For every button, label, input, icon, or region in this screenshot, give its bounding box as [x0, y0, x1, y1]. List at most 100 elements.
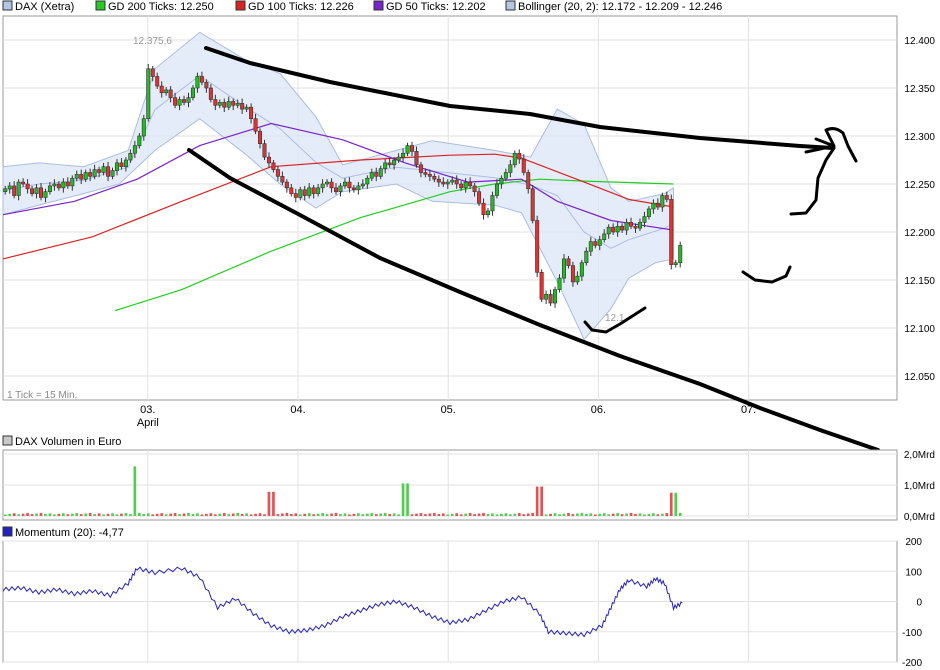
- volume-bar: [361, 514, 365, 516]
- candle-body: [258, 130, 263, 144]
- volume-legend: DAX Volumen in Euro: [15, 436, 121, 448]
- y-tick-label: -100: [902, 628, 922, 639]
- candle-body: [472, 185, 477, 192]
- candle-body: [418, 164, 423, 173]
- candle-body: [101, 166, 106, 173]
- candle-body: [365, 177, 370, 185]
- volume-bar: [3, 514, 7, 516]
- main-x-ticks: 03. 04. 05. 06. 07.April: [137, 404, 756, 429]
- volume-bar: [88, 512, 92, 516]
- x-tick-label: 04.: [290, 404, 305, 416]
- volume-bar: [115, 514, 119, 516]
- volume-bar: [254, 513, 257, 516]
- candle-body: [570, 265, 575, 283]
- volume-bar: [513, 513, 517, 516]
- volume-bar: [205, 513, 208, 516]
- candle-body: [155, 76, 160, 87]
- volume-bar: [169, 513, 172, 516]
- volume-bar: [549, 513, 552, 516]
- candle-body: [651, 202, 656, 210]
- candle-body: [65, 181, 70, 187]
- chart-canvas: DAX (Xetra) GD 200 Ticks: 12.250 GD 100 …: [2, 0, 935, 669]
- candle-body: [47, 185, 52, 192]
- candle-body: [526, 172, 531, 190]
- volume-bar: [459, 514, 463, 516]
- y-tick-label: 12.250: [904, 180, 935, 191]
- candle-body: [222, 102, 227, 108]
- volume-bar: [137, 512, 141, 516]
- volume-bar: [464, 513, 467, 516]
- volume-bar: [611, 513, 615, 516]
- volume-bar: [517, 513, 521, 516]
- candle-body: [231, 101, 236, 106]
- candle-body: [432, 176, 437, 180]
- x-tick-label: 05.: [441, 404, 456, 416]
- volume-bar: [424, 514, 427, 516]
- candle-body: [606, 226, 611, 235]
- candle-body: [611, 226, 616, 233]
- volume-bar: [17, 514, 20, 516]
- candle-body: [445, 181, 450, 185]
- candle-body: [342, 181, 347, 187]
- volume-bar: [406, 483, 409, 516]
- volume-bar: [584, 513, 588, 516]
- candle-body: [459, 183, 464, 189]
- volume-bar: [240, 513, 244, 516]
- candle-body: [338, 185, 343, 192]
- volume-bar: [643, 514, 646, 516]
- candle-body: [132, 145, 137, 154]
- legend-gd100: GD 100 Ticks: 12.226: [248, 1, 354, 13]
- volume-bar: [392, 513, 396, 516]
- volume-bar: [12, 513, 16, 516]
- candle-body: [280, 176, 285, 183]
- candle-body: [423, 172, 428, 175]
- volume-bar: [365, 513, 369, 516]
- y-tick-label: 0,0Mrd: [904, 512, 935, 523]
- candle-body: [70, 177, 75, 187]
- volume-bar: [30, 514, 34, 516]
- volume-bar: [66, 514, 70, 516]
- candle-body: [217, 102, 222, 106]
- momentum-legend-swatch: [2, 526, 13, 537]
- volume-bar: [245, 513, 248, 516]
- volume-bar: [419, 513, 423, 516]
- legend-swatch-dax: [2, 0, 13, 11]
- volume-bar: [669, 492, 673, 516]
- candle-body: [450, 179, 455, 183]
- candle-body: [655, 202, 660, 208]
- legend-main: DAX (Xetra) GD 200 Ticks: 12.250 GD 100 …: [2, 0, 722, 13]
- candle-body: [629, 222, 634, 227]
- y-tick-label: 12.300: [904, 132, 935, 143]
- legend-gd50: GD 50 Ticks: 12.202: [386, 1, 486, 13]
- volume-bar: [289, 513, 293, 516]
- volume-bar: [249, 514, 253, 516]
- volume-bar: [656, 514, 660, 516]
- candle-body: [512, 152, 517, 166]
- legend-bollinger: Bollinger (20, 2): 12.172 - 12.209 - 12.…: [518, 1, 722, 13]
- candle-body: [557, 277, 562, 290]
- candle: [512, 150, 517, 168]
- candle: [146, 64, 151, 122]
- volume-bar: [500, 513, 503, 516]
- y-tick-label: 12.050: [904, 372, 935, 383]
- volume-bar: [84, 513, 88, 516]
- volume-bar: [187, 512, 190, 516]
- candle-body: [646, 208, 651, 217]
- volume-bar: [401, 483, 405, 516]
- candle-body: [544, 294, 549, 300]
- volume-bar: [455, 513, 459, 516]
- volume-bar: [44, 513, 47, 516]
- volume-bar: [473, 514, 476, 516]
- candle-body: [141, 118, 146, 137]
- candle-body: [79, 174, 84, 180]
- main-y-ticks: 12.400 12.350 12.300 12.250 12.200 12.150 12.1…: [904, 36, 935, 383]
- candle-body: [620, 225, 625, 231]
- candle: [539, 269, 544, 303]
- candle-body: [356, 185, 361, 191]
- candle-body: [235, 103, 240, 106]
- candle-body: [553, 289, 558, 304]
- candle: [669, 194, 674, 270]
- volume-bar: [674, 492, 678, 516]
- candle-body: [30, 188, 35, 194]
- candle-body: [293, 193, 298, 198]
